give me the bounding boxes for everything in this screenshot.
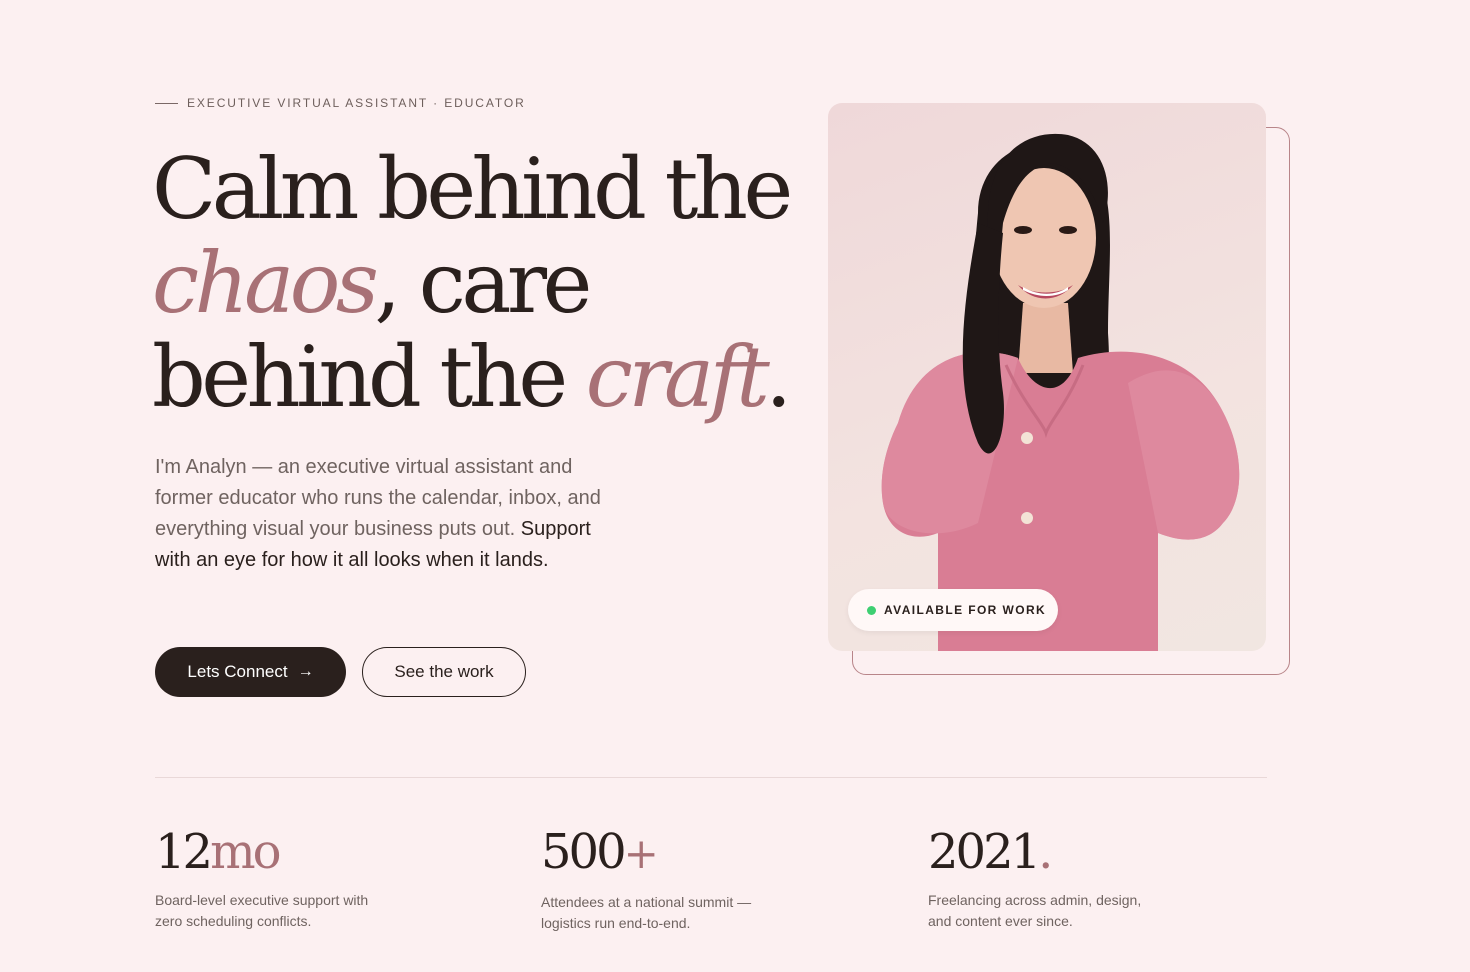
hero-page: EXECUTIVE VIRTUAL ASSISTANT · EDUCATOR C… — [0, 0, 1470, 972]
stat-number: 2021. — [928, 822, 1228, 882]
stat-since: 2021. Freelancing across admin, design, … — [928, 822, 1228, 932]
stat-description: Board-level executive support with zero … — [155, 892, 369, 929]
stat-number-accent: . — [1038, 824, 1053, 880]
headline-accent-chaos: chaos — [152, 234, 379, 332]
stat-number-accent: mo — [210, 824, 281, 880]
stat-number: 12mo — [155, 822, 455, 882]
stat-number-value: 2021 — [928, 824, 1041, 880]
lets-connect-button[interactable]: Lets Connect → — [155, 647, 346, 697]
portrait-photo — [828, 103, 1266, 651]
headline-line-2-rest: , care — [374, 234, 592, 332]
stat-number-value: 12 — [155, 824, 213, 880]
stat-number-accent: + — [623, 829, 659, 878]
eyebrow-rule — [155, 102, 178, 104]
stat-tenure: 12mo Board-level executive support with … — [155, 822, 455, 932]
arrow-right-icon: → — [297, 663, 314, 680]
headline-line-1: Calm behind the — [152, 140, 793, 238]
stat-description: Attendees at a national summit — logisti… — [541, 894, 752, 931]
portrait-illustration — [881, 133, 1240, 651]
lets-connect-label: Lets Connect — [187, 662, 288, 681]
section-divider — [155, 777, 1267, 778]
hero-headline: Calm behind the chaos, care behind the c… — [152, 140, 793, 426]
availability-badge: AVAILABLE FOR WORK — [848, 589, 1058, 631]
status-dot-icon — [867, 605, 876, 615]
headline-accent-craft: craft — [585, 328, 770, 426]
stat-description: Freelancing across admin, design, and co… — [928, 892, 1142, 929]
stat-attendees: 500+ Attendees at a national summit — lo… — [541, 822, 841, 934]
headline-line-3-start: behind the — [152, 328, 586, 426]
see-the-work-button[interactable]: See the work — [362, 647, 526, 697]
eyebrow-text: EXECUTIVE VIRTUAL ASSISTANT · EDUCATOR — [187, 96, 526, 110]
stat-number: 500+ — [541, 822, 841, 884]
eyebrow: EXECUTIVE VIRTUAL ASSISTANT · EDUCATOR — [155, 96, 526, 110]
stat-number-value: 500 — [541, 824, 627, 880]
availability-badge-label: AVAILABLE FOR WORK — [884, 603, 1047, 617]
hero-intro: I'm Analyn — an executive virtual assist… — [155, 452, 625, 576]
headline-line-3-end: . — [765, 328, 792, 426]
